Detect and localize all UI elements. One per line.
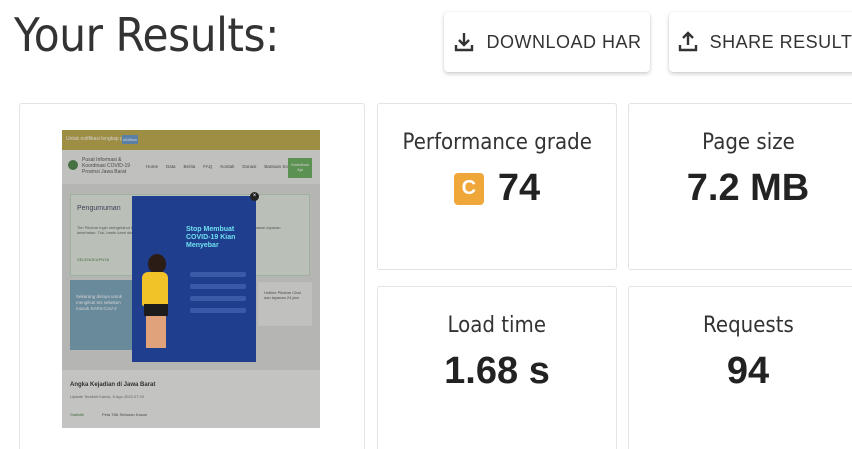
load-time-card: Load time 1.68 s [377, 286, 617, 449]
screenshot-popup-close-icon: × [250, 192, 259, 201]
page-size-label: Page size [701, 130, 795, 155]
screenshot-popup-line [190, 296, 246, 301]
page-title: Your Results: [14, 8, 279, 62]
performance-grade-card: Performance grade C 74 [377, 103, 617, 270]
screenshot-popup-line [190, 284, 246, 289]
page-size-value: 7.2 MB [686, 167, 810, 209]
requests-card: Requests 94 [628, 286, 852, 449]
share-result-label: SHARE RESULT [709, 31, 852, 52]
download-har-button[interactable]: DOWNLOAD HAR [444, 12, 650, 72]
performance-grade-value-row: C 74 [453, 167, 541, 210]
load-time-value: 1.68 s [444, 350, 550, 392]
screenshot-popup-line [190, 308, 246, 313]
page-size-card: Page size 7.2 MB [628, 103, 852, 270]
screenshot-person-skirt [144, 304, 168, 316]
screenshot-person-head [148, 254, 166, 274]
requests-value: 94 [726, 350, 770, 392]
download-icon [455, 33, 474, 52]
page-screenshot-card: Untuk notifikasi lengkap pusat Aktifkan … [19, 103, 365, 449]
requests-label: Requests [702, 313, 794, 338]
page-screenshot: Untuk notifikasi lengkap pusat Aktifkan … [62, 130, 320, 428]
performance-grade-label: Performance grade [402, 130, 592, 155]
grade-badge: C [453, 172, 484, 205]
download-har-label: DOWNLOAD HAR [486, 31, 642, 52]
screenshot-popup-title: Stop Membuat COVID-19 Kian Menyebar [186, 226, 236, 249]
load-time-label: Load time [447, 313, 547, 338]
screenshot-popup-line [190, 272, 246, 277]
share-icon [678, 31, 697, 52]
share-result-button[interactable]: SHARE RESULT [669, 12, 852, 72]
performance-grade-value: 74 [497, 167, 541, 209]
screenshot-person-body [142, 272, 168, 306]
